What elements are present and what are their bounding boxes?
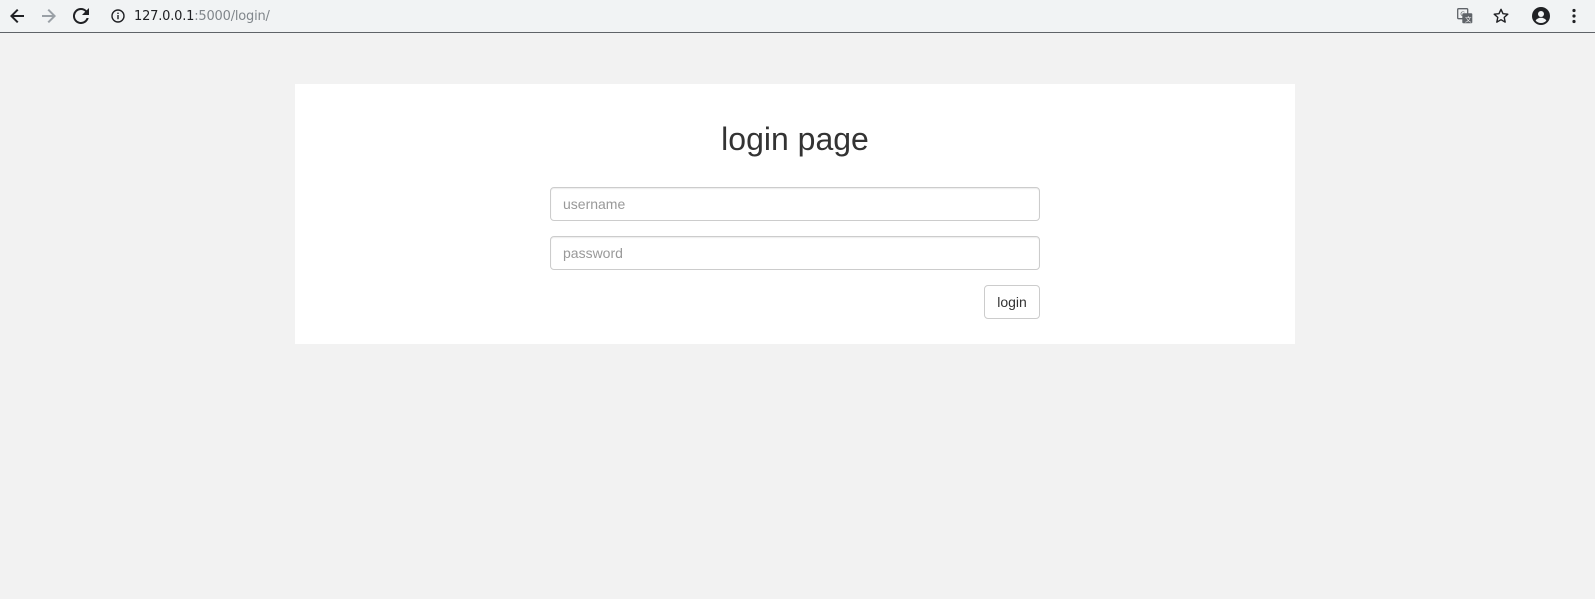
password-input[interactable] [550,236,1040,270]
reload-icon [73,8,89,24]
info-icon[interactable] [110,8,126,24]
username-input[interactable] [550,187,1040,221]
svg-text:文: 文 [1465,15,1472,24]
forward-button[interactable] [36,3,62,29]
menu-button[interactable] [1561,3,1587,29]
reload-button[interactable] [68,3,94,29]
profile-button[interactable] [1528,3,1554,29]
translate-icon: G文 [1457,8,1473,24]
back-button[interactable] [4,3,30,29]
login-card: login page login [295,84,1295,344]
url-path: :5000/login/ [194,8,270,24]
address-bar[interactable]: 127.0.0.1:5000/login/ [110,4,270,28]
kebab-menu-icon [1572,8,1576,24]
browser-toolbar: 127.0.0.1:5000/login/ G文 [0,0,1595,33]
url-text: 127.0.0.1:5000/login/ [134,9,270,24]
star-icon [1493,8,1509,24]
bookmark-button[interactable] [1488,3,1514,29]
translate-button[interactable]: G文 [1452,3,1478,29]
back-arrow-icon [9,8,25,24]
account-icon [1532,7,1550,25]
url-host: 127.0.0.1 [134,8,195,24]
login-button[interactable]: login [984,285,1040,319]
page-title: login page [721,121,869,157]
forward-arrow-icon [41,8,57,24]
